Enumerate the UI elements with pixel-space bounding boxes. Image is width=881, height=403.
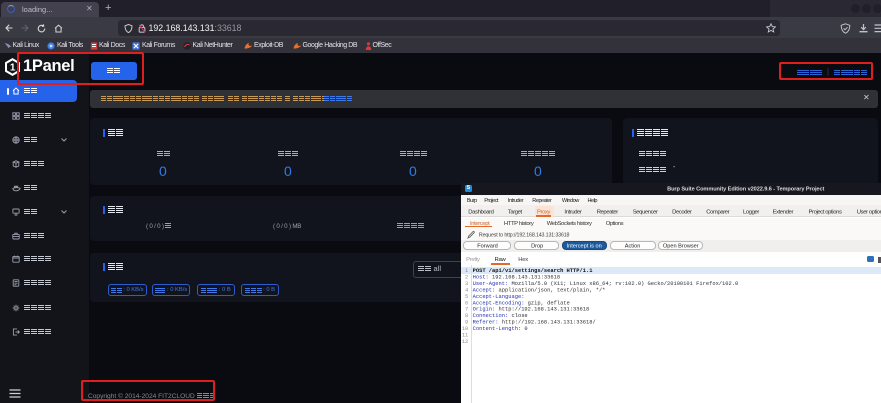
svg-text:1: 1 <box>9 63 15 74</box>
